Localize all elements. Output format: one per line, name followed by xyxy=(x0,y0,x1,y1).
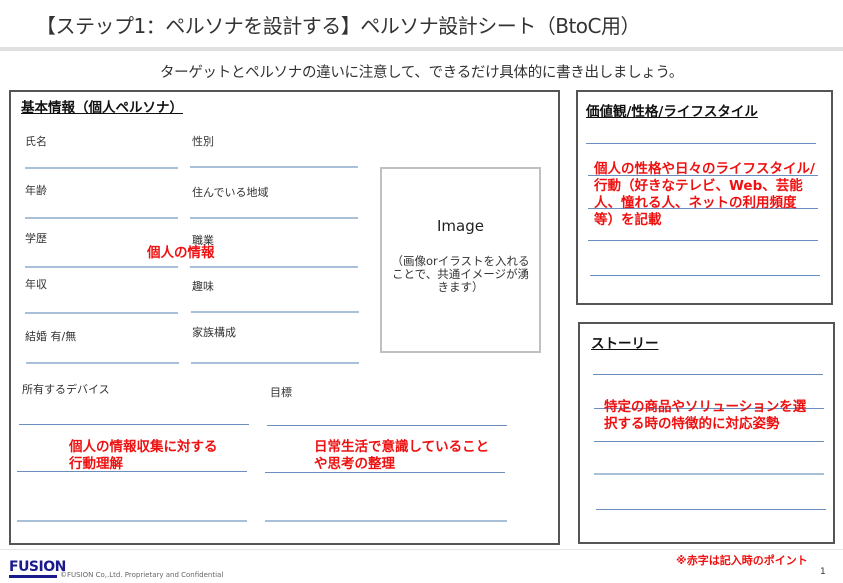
family-input-line[interactable] xyxy=(191,362,359,364)
hint-personal-info: 個人の情報 xyxy=(147,245,215,261)
title-divider xyxy=(0,47,843,51)
hint-devices-line-1: 個人の情報収集に対する xyxy=(69,439,218,455)
values-hint: 個人の性格や日々のライフスタイル/行動（好きなテレビ、Web、芸能人、憧れる人、… xyxy=(594,161,815,228)
copyright-text: ©FUSION Co,.Ltd. Proprietary and Confide… xyxy=(60,571,224,579)
image-placeholder[interactable]: Image （画像orイラストを入れることで、共通イメージが湧きます） xyxy=(380,167,541,353)
gender-input-line[interactable] xyxy=(190,166,358,168)
values-input-line-5[interactable] xyxy=(590,275,820,276)
field-label-hobby: 趣味 xyxy=(192,280,214,293)
page-number: 1 xyxy=(820,567,826,577)
image-placeholder-description: （画像orイラストを入れることで、共通イメージが湧きます） xyxy=(391,254,530,294)
field-label-marriage: 結婚 有/無 xyxy=(25,330,77,343)
red-text-note: ※赤字は記入時のポイント xyxy=(676,554,808,567)
field-label-devices: 所有するデバイス xyxy=(22,383,110,396)
footer-divider xyxy=(0,549,843,550)
values-input-line-4[interactable] xyxy=(588,240,818,241)
field-label-gender: 性別 xyxy=(192,135,214,148)
story-input-line-5[interactable] xyxy=(596,509,826,510)
basic-info-heading: 基本情報（個人ペルソナ） xyxy=(21,100,183,116)
hint-goal-line-2: や思考の整理 xyxy=(314,456,395,472)
field-label-name: 氏名 xyxy=(25,135,47,148)
field-label-education: 学歴 xyxy=(25,232,47,245)
field-label-age: 年齢 xyxy=(25,184,47,197)
education-input-line[interactable] xyxy=(25,266,178,268)
income-input-line[interactable] xyxy=(25,312,178,314)
logo-bar xyxy=(9,575,57,578)
fusion-logo: FUSION xyxy=(9,559,66,578)
story-input-line-3[interactable] xyxy=(594,441,824,442)
age-input-line[interactable] xyxy=(25,217,178,219)
region-input-line[interactable] xyxy=(190,217,358,219)
goal-input-line-1[interactable] xyxy=(267,425,507,426)
story-hint: 特定の商品やソリューションを選択する時の特徴的に対応姿勢 xyxy=(604,399,807,432)
goal-input-line-3[interactable] xyxy=(265,520,507,522)
field-label-goal: 目標 xyxy=(270,386,292,399)
marriage-input-line[interactable] xyxy=(26,362,179,364)
story-input-line-1[interactable] xyxy=(593,374,823,375)
hint-devices: 個人の情報収集に対する 行動理解 xyxy=(69,439,218,473)
field-label-income: 年収 xyxy=(25,278,47,291)
field-label-region: 住んでいる地域 xyxy=(192,186,269,199)
hint-goal: 日常生活で意識していること や思考の整理 xyxy=(314,439,489,473)
values-heading: 価値観/性格/ライフスタイル xyxy=(586,104,758,120)
devices-input-line-1[interactable] xyxy=(19,424,249,425)
occupation-input-line[interactable] xyxy=(190,266,358,268)
page-title: 【ステップ1：ペルソナを設計する】ペルソナ設計シート（BtoC用） xyxy=(36,14,641,38)
hobby-input-line[interactable] xyxy=(191,311,359,313)
hint-goal-line-1: 日常生活で意識していること xyxy=(314,439,490,455)
story-input-line-4[interactable] xyxy=(594,473,824,475)
values-input-line-1[interactable] xyxy=(586,143,816,144)
page-subtitle: ターゲットとペルソナの違いに注意して、できるだけ具体的に書き出しましょう。 xyxy=(159,65,684,81)
devices-input-line-3[interactable] xyxy=(17,520,247,522)
story-heading: ストーリー xyxy=(591,336,659,352)
field-label-family: 家族構成 xyxy=(192,326,236,339)
logo-text: FUSION xyxy=(9,559,66,575)
goal-input-line-2[interactable] xyxy=(265,472,505,473)
devices-input-line-2[interactable] xyxy=(17,471,247,472)
name-input-line[interactable] xyxy=(25,167,178,169)
story-panel xyxy=(578,322,835,544)
image-placeholder-title: Image xyxy=(437,217,484,235)
